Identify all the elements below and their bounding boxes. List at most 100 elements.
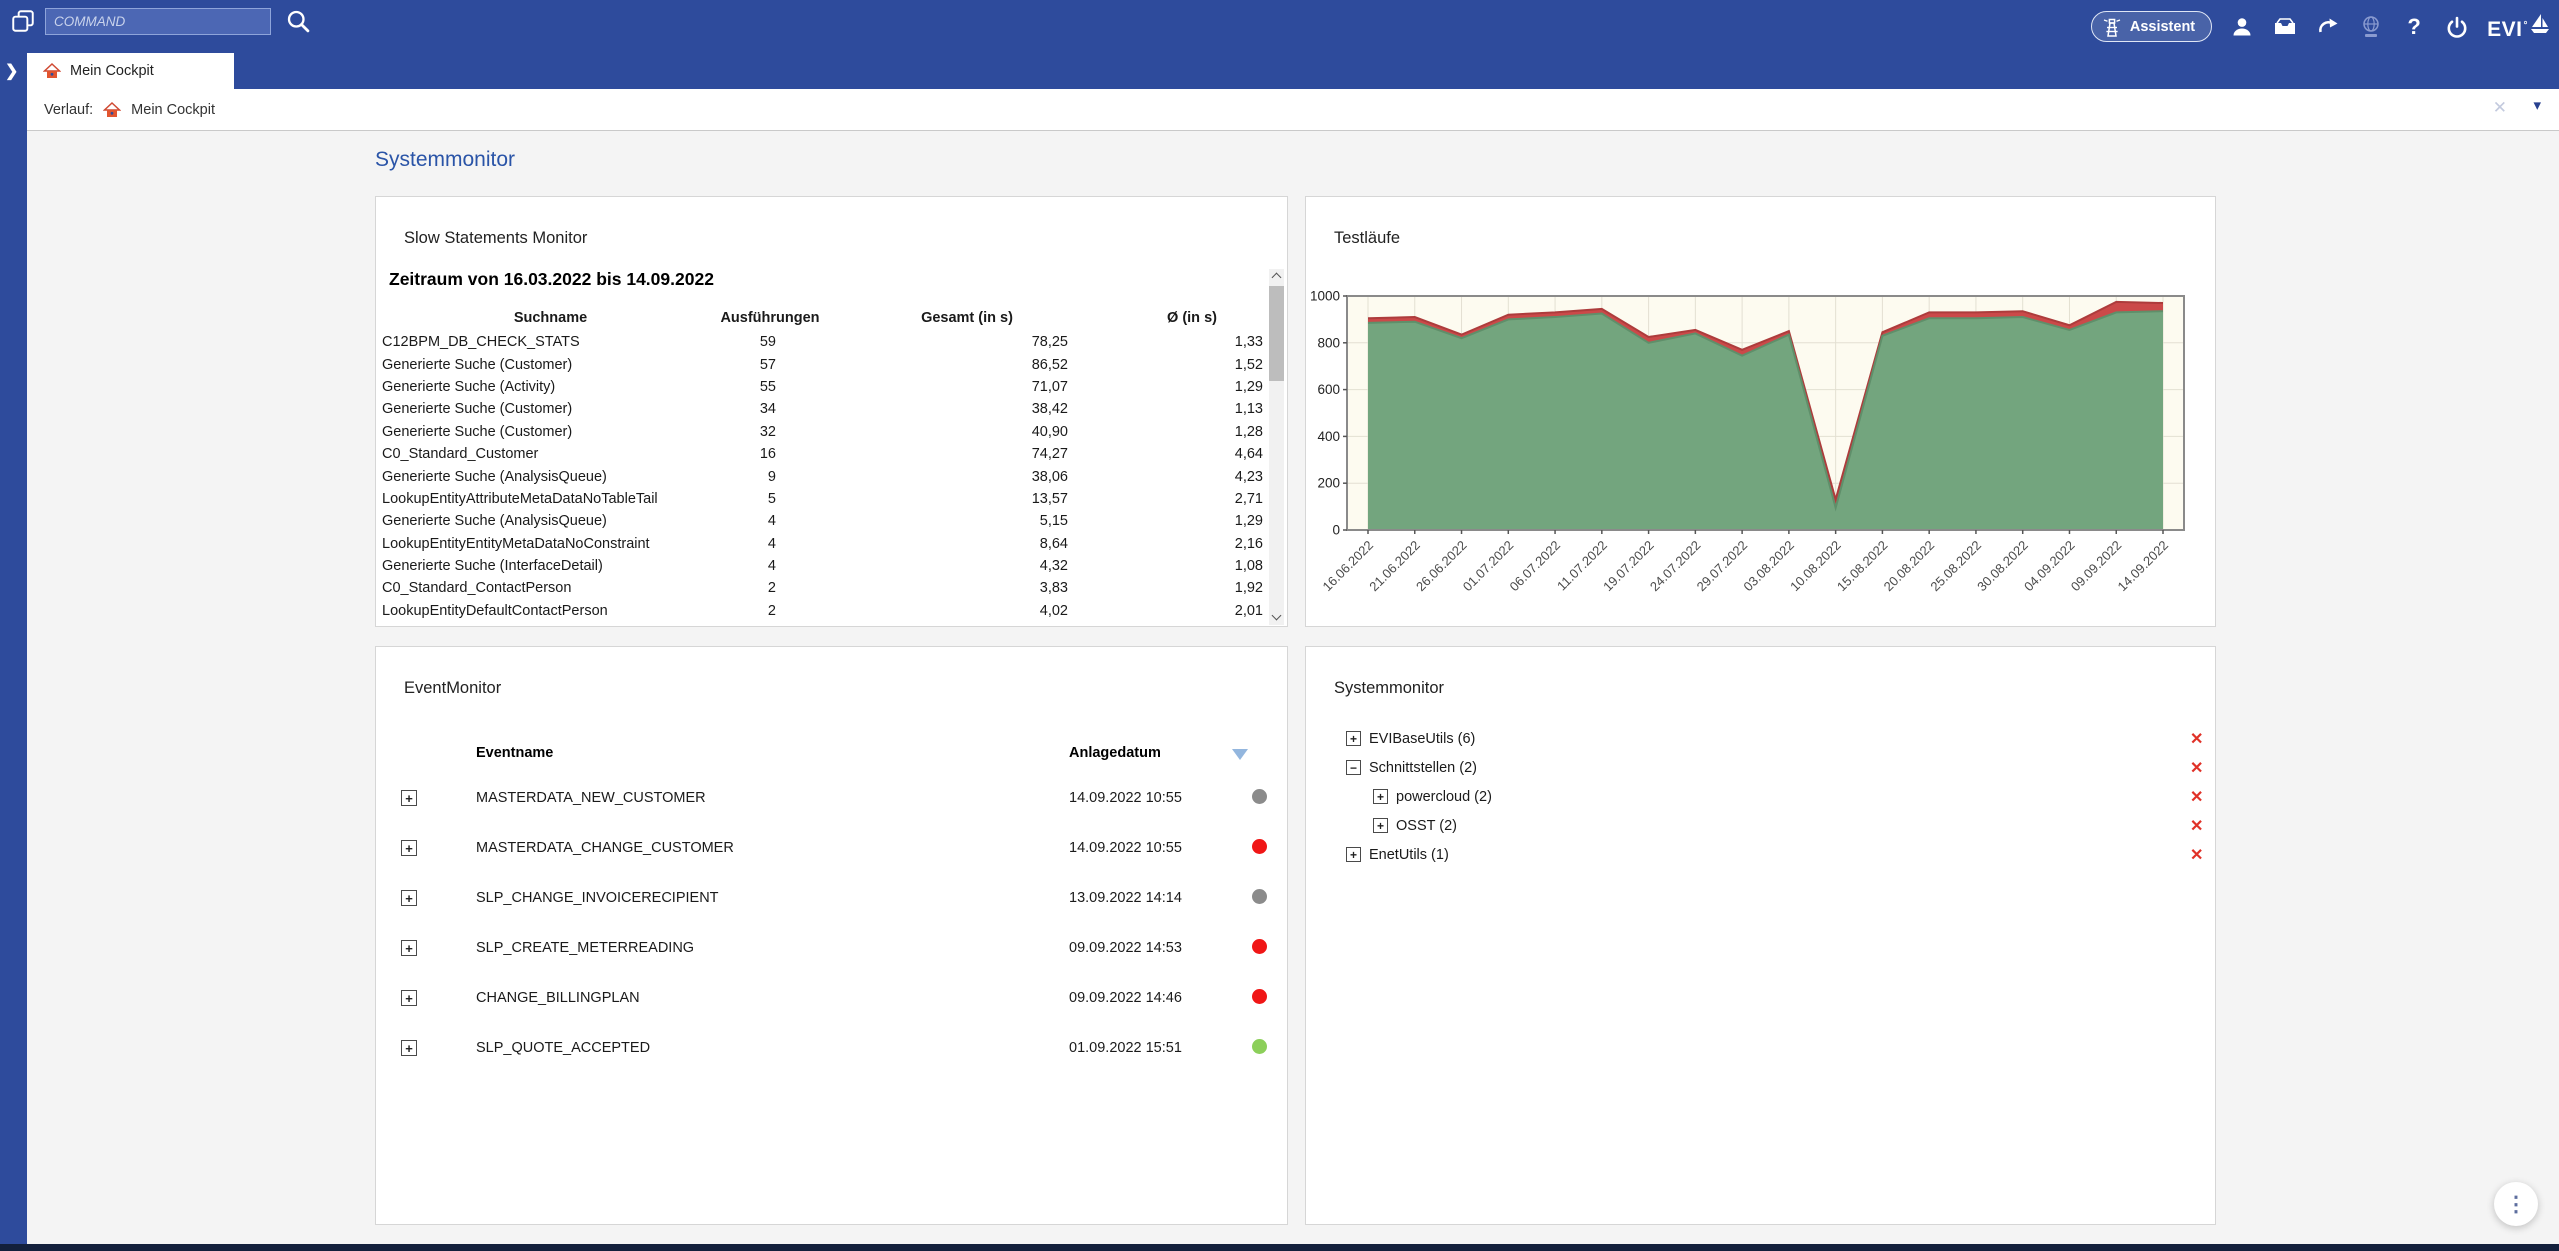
tree-item-label: OSST (2) bbox=[1396, 818, 1457, 834]
testlaeufe-chart: 0200400600800100016.06.202221.06.202226.… bbox=[1306, 197, 2217, 626]
delete-icon[interactable]: ✕ bbox=[2190, 787, 2203, 807]
expand-plus-icon[interactable]: + bbox=[401, 940, 417, 956]
delete-icon[interactable]: ✕ bbox=[2190, 729, 2203, 749]
event-row[interactable]: + SLP_QUOTE_ACCEPTED 01.09.2022 15:51 bbox=[376, 1023, 1287, 1073]
redo-icon[interactable] bbox=[2315, 14, 2341, 40]
col-anlagedatum[interactable]: Anlagedatum bbox=[1069, 745, 1161, 761]
event-name: SLP_QUOTE_ACCEPTED bbox=[476, 1040, 650, 1056]
tab-mein-cockpit[interactable]: Mein Cockpit bbox=[27, 53, 234, 89]
scrollbar-thumb[interactable] bbox=[1269, 286, 1284, 381]
delete-icon[interactable]: ✕ bbox=[2190, 816, 2203, 836]
period-heading: Zeitraum von 16.03.2022 bis 14.09.2022 bbox=[389, 269, 714, 290]
expand-plus-icon[interactable]: + bbox=[1373, 818, 1388, 833]
collapse-minus-icon[interactable]: − bbox=[1346, 760, 1361, 775]
event-table-header: Eventname Anlagedatum bbox=[376, 745, 1287, 767]
expand-plus-icon[interactable]: + bbox=[1346, 847, 1361, 862]
app-cube-icon[interactable] bbox=[10, 8, 36, 34]
col-eventname[interactable]: Eventname bbox=[476, 745, 553, 761]
delete-icon[interactable]: ✕ bbox=[2190, 758, 2203, 778]
tree-item[interactable]: + powercloud (2) ✕ bbox=[1306, 785, 2215, 811]
table-row: LookupEntityDefaultContactPerson24,022,0… bbox=[379, 600, 1271, 622]
slow-statements-table: Suchname Ausführungen Gesamt (in s) Ø (i… bbox=[379, 305, 1271, 622]
expand-plus-icon[interactable]: + bbox=[401, 990, 417, 1006]
sailboat-icon bbox=[2529, 12, 2549, 36]
table-row: Generierte Suche (AnalysisQueue)45,151,2… bbox=[379, 510, 1271, 532]
vertical-scrollbar[interactable] bbox=[1269, 269, 1284, 625]
event-row[interactable]: + SLP_CHANGE_INVOICERECIPIENT 13.09.2022… bbox=[376, 873, 1287, 923]
sort-descending-icon[interactable] bbox=[1232, 749, 1248, 760]
status-dot bbox=[1252, 789, 1267, 804]
more-actions-button[interactable]: ⋮ bbox=[2494, 1182, 2538, 1226]
svg-text:1000: 1000 bbox=[1310, 289, 1340, 304]
history-label: Verlauf: bbox=[44, 102, 93, 118]
tab-label: Mein Cockpit bbox=[70, 63, 154, 79]
user-icon[interactable] bbox=[2229, 14, 2255, 40]
status-dot bbox=[1252, 939, 1267, 954]
table-row: Generierte Suche (Activity)5571,071,29 bbox=[379, 376, 1271, 398]
close-icon[interactable]: ✕ bbox=[2493, 98, 2507, 118]
brand-logo: EVI° bbox=[2487, 12, 2549, 42]
event-row[interactable]: + CHANGE_BILLINGPLAN 09.09.2022 14:46 bbox=[376, 973, 1287, 1023]
history-bar: Verlauf: Mein Cockpit ✕ ▾ bbox=[27, 89, 2559, 131]
inbox-icon[interactable] bbox=[2272, 14, 2298, 40]
event-row[interactable]: + SLP_CREATE_METERREADING 09.09.2022 14:… bbox=[376, 923, 1287, 973]
home-icon bbox=[103, 101, 121, 119]
search-icon[interactable] bbox=[284, 7, 312, 35]
expand-plus-icon[interactable]: + bbox=[401, 890, 417, 906]
svg-text:800: 800 bbox=[1317, 335, 1340, 350]
svg-text:06.07.2022: 06.07.2022 bbox=[1507, 538, 1564, 595]
event-date: 14.09.2022 10:55 bbox=[1069, 790, 1182, 806]
more-vertical-icon: ⋮ bbox=[2506, 1192, 2527, 1217]
assistant-label: Assistent bbox=[2130, 19, 2195, 35]
chevron-down-icon[interactable]: ▾ bbox=[2533, 96, 2541, 114]
event-date: 09.09.2022 14:53 bbox=[1069, 940, 1182, 956]
scroll-down-button[interactable] bbox=[1269, 610, 1284, 625]
panel-title: EventMonitor bbox=[404, 679, 501, 698]
panel-title: Systemmonitor bbox=[1334, 679, 1444, 698]
expand-plus-icon[interactable]: + bbox=[401, 790, 417, 806]
tree-item[interactable]: + EnetUtils (1) ✕ bbox=[1306, 843, 2215, 869]
col-gesamt: Gesamt (in s) bbox=[821, 310, 1113, 326]
tree-item[interactable]: + OSST (2) ✕ bbox=[1306, 814, 2215, 840]
status-dot bbox=[1252, 889, 1267, 904]
power-icon[interactable] bbox=[2444, 14, 2470, 40]
table-row: Generierte Suche (Customer)5786,521,52 bbox=[379, 353, 1271, 375]
event-name: MASTERDATA_CHANGE_CUSTOMER bbox=[476, 840, 734, 856]
table-row: Generierte Suche (AnalysisQueue)938,064,… bbox=[379, 465, 1271, 487]
page-title: Systemmonitor bbox=[375, 148, 515, 172]
globe-icon[interactable] bbox=[2358, 14, 2384, 40]
tree-item[interactable]: − Schnittstellen (2) ✕ bbox=[1306, 756, 2215, 782]
command-input[interactable] bbox=[45, 8, 271, 35]
expand-plus-icon[interactable]: + bbox=[401, 1040, 417, 1056]
event-name: SLP_CREATE_METERREADING bbox=[476, 940, 694, 956]
col-suchname: Suchname bbox=[379, 310, 719, 326]
event-row[interactable]: + MASTERDATA_NEW_CUSTOMER 14.09.2022 10:… bbox=[376, 773, 1287, 823]
expand-plus-icon[interactable]: + bbox=[1346, 731, 1361, 746]
assistant-button[interactable]: Assistent bbox=[2091, 11, 2212, 42]
delete-icon[interactable]: ✕ bbox=[2190, 845, 2203, 865]
status-dot bbox=[1252, 839, 1267, 854]
lighthouse-icon bbox=[2102, 16, 2122, 38]
table-row: C12BPM_DB_CHECK_STATS5978,251,33 bbox=[379, 331, 1271, 353]
status-dot bbox=[1252, 989, 1267, 1004]
table-row: C0_Standard_ContactPerson23,831,92 bbox=[379, 577, 1271, 599]
scroll-up-button[interactable] bbox=[1269, 269, 1284, 284]
table-row: Generierte Suche (Customer)3438,421,13 bbox=[379, 398, 1271, 420]
help-icon[interactable]: ? bbox=[2401, 14, 2427, 40]
history-item[interactable]: Mein Cockpit bbox=[131, 102, 215, 118]
svg-text:400: 400 bbox=[1317, 429, 1340, 444]
expand-plus-icon[interactable]: + bbox=[1373, 789, 1388, 804]
svg-text:14.09.2022: 14.09.2022 bbox=[2114, 538, 2171, 595]
col-avg: Ø (in s) bbox=[1113, 310, 1271, 326]
expand-plus-icon[interactable]: + bbox=[401, 840, 417, 856]
tree-item-label: EVIBaseUtils (6) bbox=[1369, 731, 1475, 747]
table-row: LookupEntityAttributeMetaDataNoTableTail… bbox=[379, 488, 1271, 510]
event-row[interactable]: + MASTERDATA_CHANGE_CUSTOMER 14.09.2022 … bbox=[376, 823, 1287, 873]
status-dot bbox=[1252, 1039, 1267, 1054]
topbar: Assistent bbox=[0, 0, 2559, 53]
svg-text:200: 200 bbox=[1317, 476, 1340, 491]
sidebar-expand-icon[interactable]: ❯ bbox=[5, 61, 18, 81]
tree-item-label: Schnittstellen (2) bbox=[1369, 760, 1477, 776]
table-row: C0_Standard_Customer1674,274,64 bbox=[379, 443, 1271, 465]
tree-item[interactable]: + EVIBaseUtils (6) ✕ bbox=[1306, 727, 2215, 753]
